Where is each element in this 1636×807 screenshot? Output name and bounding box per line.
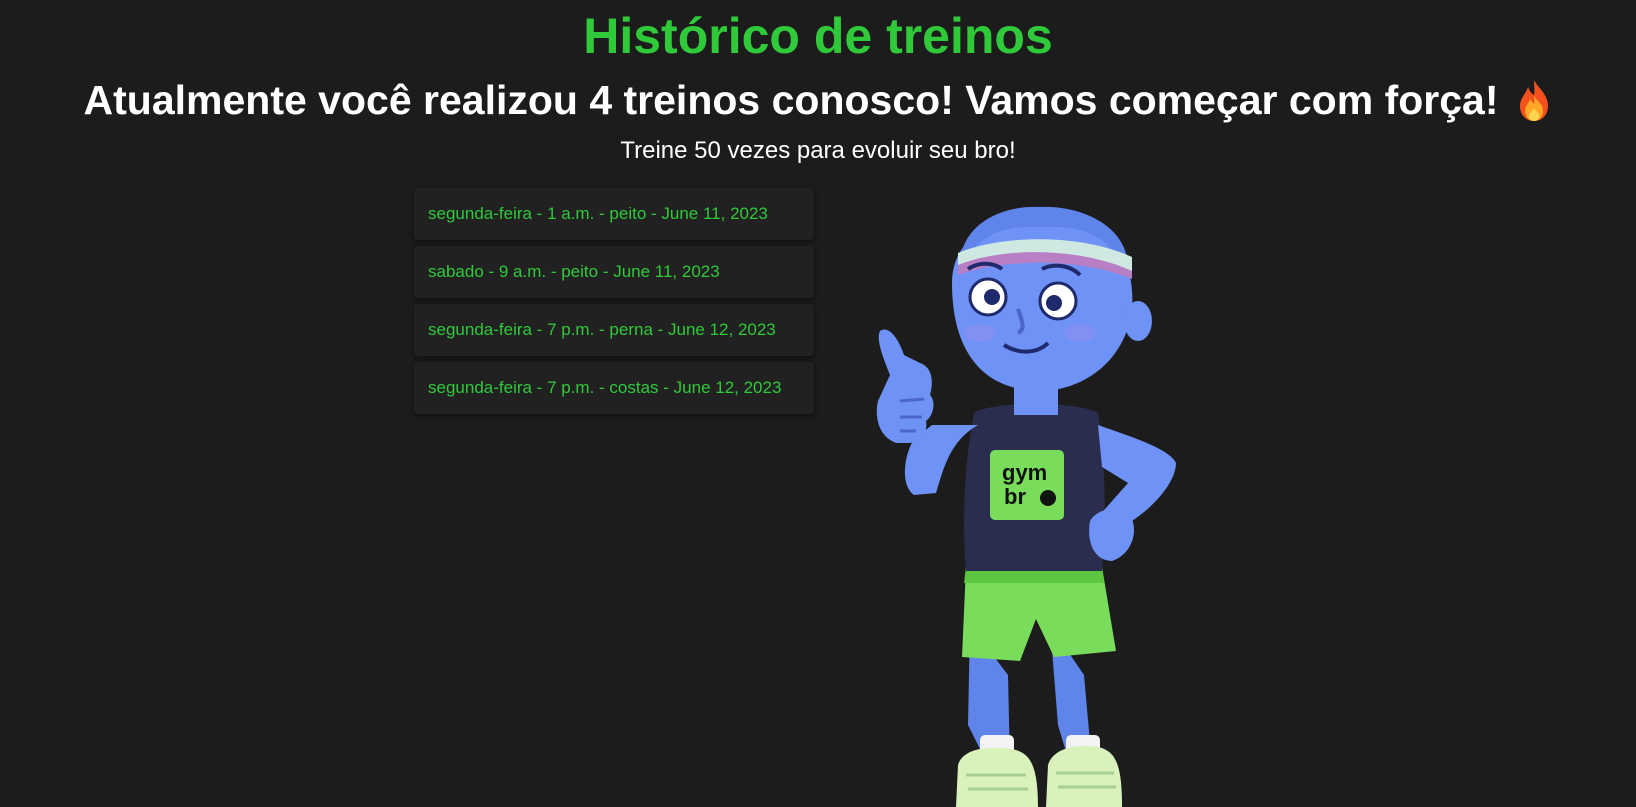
workout-card: segunda-feira - 7 p.m. - costas - June 1… xyxy=(414,362,814,414)
workout-card: sabado - 9 a.m. - peito - June 11, 2023 xyxy=(414,246,814,298)
shirt-logo-line2: br xyxy=(1004,484,1026,509)
workout-count-headline: Atualmente você realizou 4 treinos conos… xyxy=(83,77,1499,123)
gym-bro-mascot: gym br xyxy=(876,206,1176,807)
headline-row: Atualmente você realizou 4 treinos conos… xyxy=(0,70,1636,130)
workout-list: segunda-feira - 1 a.m. - peito - June 11… xyxy=(414,188,814,420)
fire-icon xyxy=(1520,80,1549,121)
page-title: Histórico de treinos xyxy=(583,8,1053,64)
shirt-logo-line1: gym xyxy=(1002,460,1047,485)
goal-subtitle: Treine 50 vezes para evoluir seu bro! xyxy=(620,137,1016,164)
workout-card: segunda-feira - 7 p.m. - perna - June 12… xyxy=(414,304,814,356)
workout-card: segunda-feira - 1 a.m. - peito - June 11… xyxy=(414,188,814,240)
workout-history-page: Histórico de treinos Atualmente você rea… xyxy=(0,0,1636,807)
